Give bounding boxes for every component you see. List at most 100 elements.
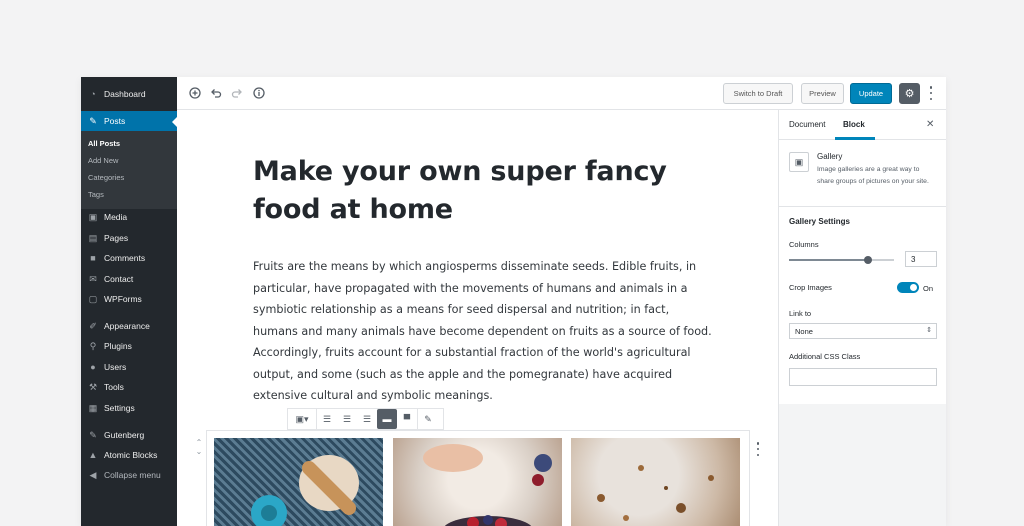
align-center-icon[interactable]: ☰ bbox=[337, 409, 357, 429]
sidebar-tabs: Document Block ✕ bbox=[779, 110, 946, 140]
sidebar-item-appearance[interactable]: ✐ Appearance bbox=[81, 316, 177, 336]
sidebar-item-label: Pages bbox=[104, 233, 129, 243]
columns-input[interactable]: 3 bbox=[905, 251, 937, 267]
sidebar-item-collapse-menu[interactable]: ◀ Collapse menu bbox=[81, 465, 177, 485]
block-mover: ⌃ ⌄ bbox=[194, 438, 204, 460]
editor-header: Switch to Draft Preview Update ⚙ bbox=[177, 77, 946, 110]
block-inspector: Document Block ✕ ▣ Gallery Image galleri… bbox=[779, 110, 946, 404]
settings-sidebar: Document Block ✕ ▣ Gallery Image galleri… bbox=[778, 110, 946, 526]
align-left-icon[interactable]: ☰ bbox=[317, 409, 337, 429]
paragraph-block[interactable]: Fruits are the means by which angiosperm… bbox=[253, 256, 713, 407]
sidebar-item-label: Contact bbox=[104, 274, 134, 284]
tab-document[interactable]: Document bbox=[789, 120, 825, 129]
align-right-icon[interactable]: ☰ bbox=[357, 409, 377, 429]
link-to-label: Link to bbox=[789, 309, 812, 318]
submenu-item-add-new[interactable]: Add New bbox=[88, 156, 118, 165]
align-full-icon[interactable]: ▀ bbox=[397, 409, 417, 429]
brush-icon: ✐ bbox=[89, 320, 97, 331]
edit-gallery-icon[interactable]: ✎ bbox=[418, 409, 438, 429]
toggle-state: On bbox=[923, 284, 934, 293]
preview-button[interactable]: Preview bbox=[801, 83, 844, 104]
gallery-settings-title[interactable]: Gallery Settings bbox=[789, 217, 850, 226]
block-description: Image galleries are a great way to share… bbox=[817, 166, 929, 185]
sidebar-item-atomic-blocks[interactable]: ▲ Atomic Blocks bbox=[81, 445, 177, 465]
move-up-icon[interactable]: ⌃ bbox=[196, 438, 203, 447]
more-menu-icon[interactable] bbox=[928, 86, 934, 100]
post-title[interactable]: Make your own super fancy food at home bbox=[253, 153, 673, 229]
dashboard-icon: ◔ bbox=[90, 89, 96, 99]
sidebar-item-label: Settings bbox=[104, 403, 135, 413]
select-arrows-icon: ⇕ bbox=[926, 327, 932, 334]
posts-submenu: All Posts Add New Categories Tags bbox=[81, 131, 177, 209]
sidebar-item-label: WPForms bbox=[104, 294, 142, 304]
sidebar-item-gutenberg[interactable]: ✎ Gutenberg bbox=[81, 425, 177, 445]
columns-label: Columns bbox=[789, 240, 819, 249]
toggle-knob bbox=[910, 284, 917, 291]
css-class-input[interactable] bbox=[789, 368, 937, 386]
settings-toggle-button[interactable]: ⚙ bbox=[899, 83, 920, 104]
sidebar-item-label: Gutenberg bbox=[104, 430, 145, 440]
css-class-label: Additional CSS Class bbox=[789, 352, 861, 361]
redo-icon[interactable] bbox=[230, 86, 244, 100]
sidebar-item-label: Plugins bbox=[104, 341, 132, 351]
pin-icon: ✎ bbox=[89, 115, 97, 126]
sidebar-item-media[interactable]: ▣ Media bbox=[81, 207, 177, 227]
columns-slider[interactable] bbox=[789, 256, 894, 264]
editor-canvas: Make your own super fancy food at home F… bbox=[177, 110, 778, 526]
sidebar-item-settings[interactable]: ▦ Settings bbox=[81, 398, 177, 418]
collapse-icon: ◀ bbox=[89, 469, 97, 480]
comment-icon: ■ bbox=[90, 253, 96, 263]
sidebar-item-label: Dashboard bbox=[104, 89, 146, 99]
undo-icon[interactable] bbox=[209, 86, 223, 100]
settings-icon: ▦ bbox=[88, 402, 98, 413]
submenu-item-categories[interactable]: Categories bbox=[88, 173, 124, 182]
admin-sidebar: ◔ Dashboard ✎ Posts All Posts Add New Ca… bbox=[81, 77, 177, 526]
gallery-image[interactable] bbox=[571, 438, 740, 526]
submenu-item-tags[interactable]: Tags bbox=[88, 190, 104, 199]
sidebar-item-label: Appearance bbox=[104, 321, 150, 331]
add-block-icon[interactable] bbox=[188, 86, 202, 100]
gallery-image[interactable] bbox=[214, 438, 383, 526]
select-value: None bbox=[795, 326, 813, 336]
crop-images-toggle[interactable] bbox=[897, 282, 919, 293]
gallery-image[interactable] bbox=[393, 438, 562, 526]
tab-block[interactable]: Block bbox=[843, 120, 865, 129]
sidebar-item-tools[interactable]: ⚒ Tools bbox=[81, 377, 177, 397]
slider-fill bbox=[789, 259, 868, 261]
pencil-icon: ✎ bbox=[89, 429, 97, 440]
sidebar-item-label: Media bbox=[104, 212, 128, 222]
active-tab-indicator bbox=[835, 137, 875, 140]
link-to-select[interactable]: None ⇕ bbox=[789, 323, 937, 339]
sidebar-item-label: Users bbox=[104, 362, 127, 372]
info-icon[interactable] bbox=[252, 86, 266, 100]
sidebar-item-pages[interactable]: ▤ Pages bbox=[81, 228, 177, 248]
gallery-icon: ▣ bbox=[789, 152, 809, 172]
sidebar-item-wpforms[interactable]: ▢ WPForms bbox=[81, 289, 177, 309]
slider-handle[interactable] bbox=[863, 256, 872, 264]
update-button[interactable]: Update bbox=[850, 83, 892, 104]
user-icon: ● bbox=[90, 362, 96, 372]
block-switcher-icon[interactable]: ▣▾ bbox=[288, 409, 316, 429]
sidebar-item-dashboard[interactable]: ◔ Dashboard bbox=[81, 84, 177, 104]
sidebar-item-label: Atomic Blocks bbox=[104, 450, 158, 460]
close-icon[interactable]: ✕ bbox=[926, 119, 934, 130]
forms-icon: ▢ bbox=[88, 293, 98, 304]
block-toolbar: ▣▾ ☰ ☰ ☰ ▬ ▀ ✎ bbox=[287, 408, 444, 430]
align-wide-icon[interactable]: ▬ bbox=[377, 409, 397, 429]
plugin-icon: ⚲ bbox=[89, 340, 97, 351]
sidebar-item-posts[interactable]: ✎ Posts bbox=[81, 111, 177, 131]
mail-icon: ✉ bbox=[89, 273, 97, 284]
crop-images-label: Crop Images bbox=[789, 283, 832, 292]
blocks-icon: ▲ bbox=[88, 450, 98, 460]
sidebar-item-contact[interactable]: ✉ Contact bbox=[81, 269, 177, 289]
block-more-options-icon[interactable] bbox=[755, 442, 761, 456]
gear-icon: ⚙ bbox=[904, 88, 915, 100]
sidebar-item-plugins[interactable]: ⚲ Plugins bbox=[81, 336, 177, 356]
submenu-item-all-posts[interactable]: All Posts bbox=[88, 139, 120, 148]
sidebar-item-label: Tools bbox=[104, 382, 124, 392]
move-down-icon[interactable]: ⌄ bbox=[196, 447, 203, 456]
switch-to-draft-button[interactable]: Switch to Draft bbox=[723, 83, 793, 104]
sidebar-item-comments[interactable]: ■ Comments bbox=[81, 248, 177, 268]
wrench-icon: ⚒ bbox=[88, 381, 98, 392]
sidebar-item-users[interactable]: ● Users bbox=[81, 357, 177, 377]
